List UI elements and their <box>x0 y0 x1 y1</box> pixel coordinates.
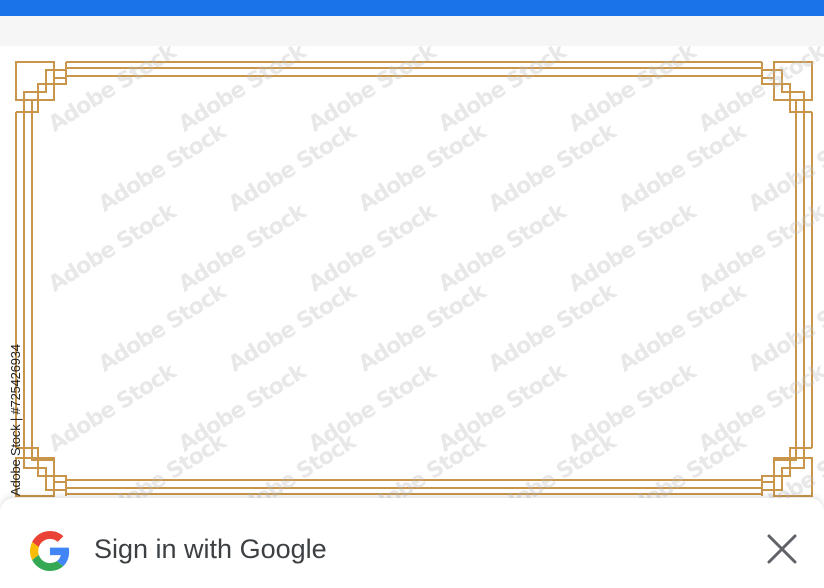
google-signin-sheet[interactable]: Sign in with Google <box>0 498 824 588</box>
stock-image: Adobe Stock Adobe Stock Adobe Stock Adobe S… <box>0 46 824 506</box>
close-button[interactable] <box>762 532 802 568</box>
top-accent-bar <box>0 0 824 16</box>
stock-credit-label: Adobe Stock | #725426934 <box>8 344 23 496</box>
google-g-icon <box>30 531 70 571</box>
signin-title: Sign in with Google <box>94 534 327 564</box>
frame-lines <box>15 61 813 497</box>
close-icon <box>767 534 797 564</box>
header-strip <box>0 16 824 46</box>
